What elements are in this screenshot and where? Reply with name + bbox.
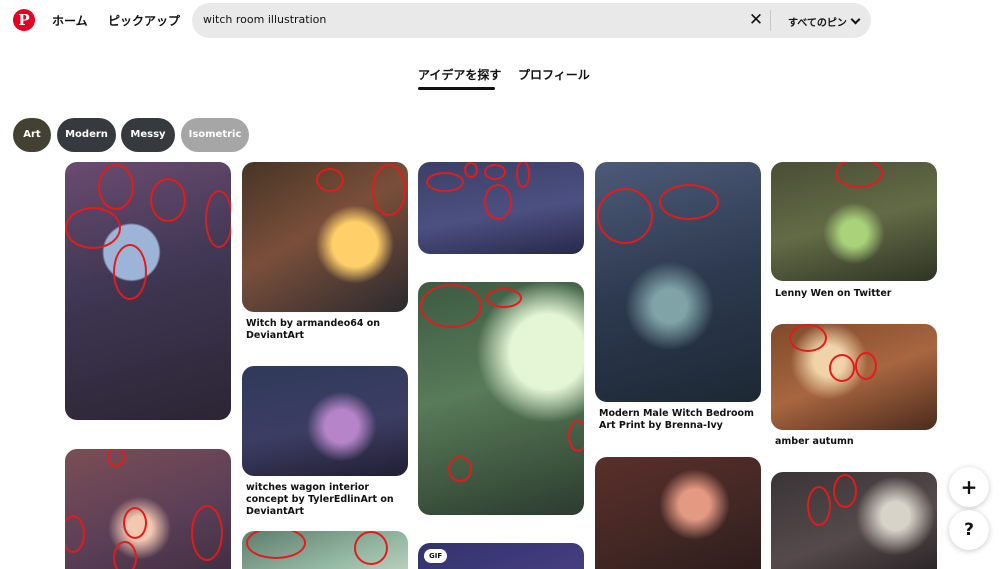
- pin-image[interactable]: [418, 162, 584, 254]
- tab-profile[interactable]: プロフィール: [518, 66, 590, 83]
- filter-chip-isometric[interactable]: Isometric: [181, 118, 249, 152]
- annotation-circle: [246, 531, 306, 559]
- pinterest-logo-icon[interactable]: P: [13, 9, 35, 31]
- search-scope-dropdown[interactable]: すべてのピン: [788, 14, 847, 29]
- annotation-circle: [65, 207, 121, 249]
- annotation-circle: [597, 188, 653, 244]
- top-bar: P ホーム ピックアップ witch room illustration ✕ す…: [0, 0, 1000, 42]
- annotation-circle: [659, 184, 719, 220]
- pin-image[interactable]: [65, 449, 231, 569]
- annotation-circle: [316, 168, 344, 192]
- pin-image[interactable]: [771, 324, 937, 430]
- filter-chip-modern[interactable]: Modern: [57, 118, 116, 152]
- search-input[interactable]: witch room illustration ✕ すべてのピン: [192, 3, 871, 38]
- pin-image[interactable]: [771, 472, 937, 569]
- pin-image[interactable]: [771, 162, 937, 281]
- filter-chip-messy[interactable]: Messy: [121, 118, 175, 152]
- pin-caption[interactable]: Modern Male Witch Bedroom Art Print by B…: [599, 408, 759, 432]
- annotation-circle: [113, 541, 137, 569]
- search-query[interactable]: witch room illustration: [203, 13, 326, 26]
- annotation-circle: [98, 164, 134, 210]
- pin-caption[interactable]: witches wagon interior concept by TylerE…: [246, 482, 406, 518]
- nav-home[interactable]: ホーム: [52, 12, 88, 29]
- annotation-circle: [107, 449, 125, 467]
- nav-pickup[interactable]: ピックアップ: [108, 12, 180, 29]
- tab-explore-ideas[interactable]: アイデアを探す: [418, 66, 501, 83]
- annotation-circle: [205, 190, 231, 248]
- annotation-circle: [568, 420, 584, 452]
- filter-chip-art[interactable]: Art: [13, 118, 51, 152]
- pin-caption[interactable]: Witch by armandeo64 on DeviantArt: [246, 318, 406, 342]
- annotation-circle: [448, 456, 472, 482]
- annotation-circle: [855, 352, 877, 380]
- annotation-circle: [464, 162, 478, 178]
- pin-image[interactable]: [65, 162, 231, 420]
- annotation-circle: [372, 164, 406, 216]
- annotation-circle: [829, 354, 855, 382]
- annotation-circle: [113, 244, 147, 300]
- annotation-circle: [833, 474, 857, 508]
- annotation-circle: [150, 178, 186, 222]
- annotation-circle: [65, 515, 85, 553]
- close-icon[interactable]: ✕: [746, 9, 766, 31]
- annotation-circle: [516, 162, 530, 188]
- pin-image[interactable]: [242, 531, 408, 569]
- annotation-circle: [420, 284, 482, 328]
- pin-image[interactable]: [242, 162, 408, 312]
- pin-image[interactable]: [418, 282, 584, 515]
- pin-image[interactable]: [595, 162, 761, 402]
- pin-caption[interactable]: amber autumn: [775, 436, 935, 448]
- annotation-circle: [835, 162, 883, 188]
- annotation-circle: [484, 184, 512, 220]
- annotation-circle: [789, 324, 827, 352]
- pin-caption[interactable]: Lenny Wen on Twitter: [775, 288, 935, 300]
- active-tab-underline: [418, 87, 495, 90]
- annotation-circle: [486, 288, 522, 308]
- search-divider: [770, 10, 771, 31]
- annotation-circle: [484, 164, 506, 180]
- pin-image[interactable]: [595, 457, 761, 569]
- gif-badge: GIF: [424, 549, 448, 563]
- annotation-circle: [807, 486, 831, 526]
- pin-image[interactable]: [242, 366, 408, 476]
- annotation-circle: [354, 531, 388, 565]
- annotation-circle: [426, 172, 464, 192]
- chevron-down-icon[interactable]: [850, 14, 861, 25]
- pin-image[interactable]: GIF: [418, 543, 584, 569]
- annotation-circle: [191, 505, 223, 561]
- help-button[interactable]: ?: [949, 510, 989, 550]
- annotation-circle: [123, 507, 147, 539]
- add-button[interactable]: +: [949, 467, 989, 507]
